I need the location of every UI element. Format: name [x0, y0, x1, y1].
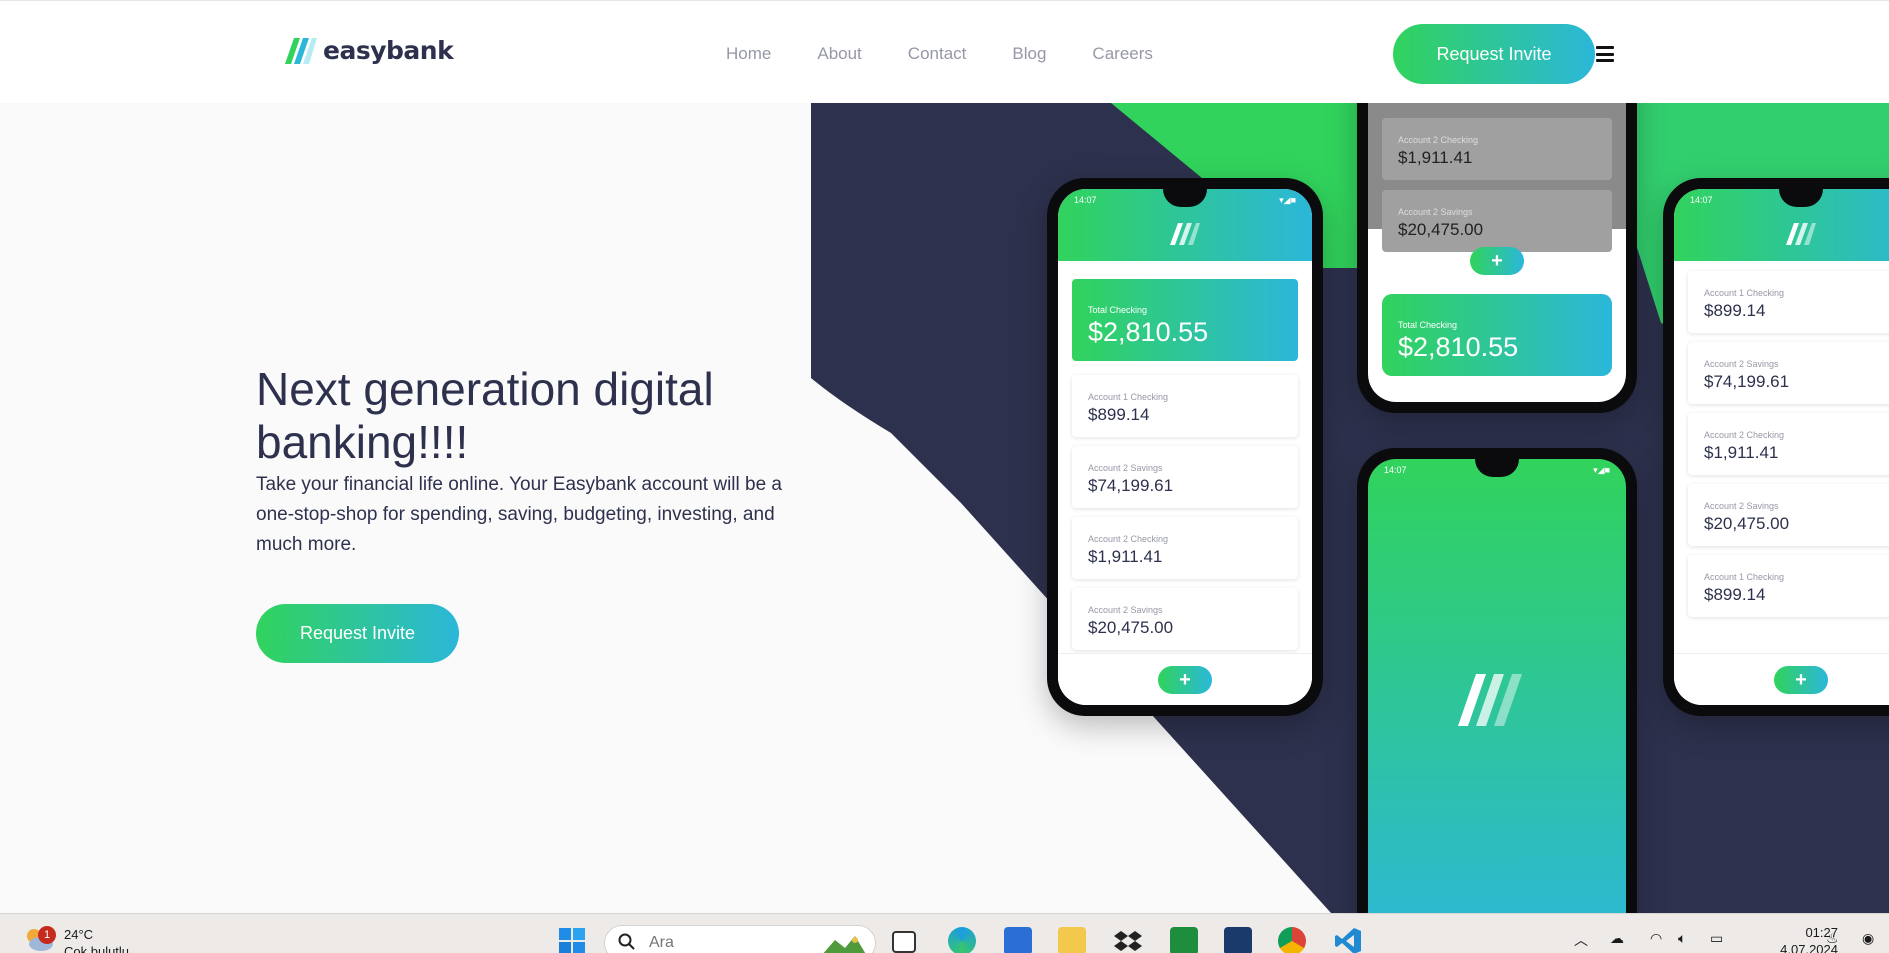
app-logo-icon: [1170, 223, 1200, 245]
weather-description: Çok bulutlu: [64, 944, 130, 953]
add-button: +: [1774, 666, 1828, 694]
account-card: Account 2 Savings $20,475.00: [1688, 484, 1889, 546]
main-nav: Home About Contact Blog Careers: [726, 44, 1153, 64]
classroom-icon[interactable]: [1170, 927, 1198, 953]
account-card: Account 1 Checking $899.14: [1688, 555, 1889, 617]
notification-badge: 1: [38, 926, 56, 944]
copilot-icon[interactable]: ◉: [1862, 930, 1874, 947]
search-highlight-icon: [823, 936, 866, 953]
weather-temperature: 24°C: [64, 927, 94, 942]
header-request-invite-button[interactable]: Request Invite: [1393, 24, 1595, 84]
app-logo-icon: [1458, 674, 1522, 726]
store-icon[interactable]: [1004, 927, 1032, 953]
account-card: Account 1 Checking $899.14: [1688, 271, 1889, 333]
vscode-icon[interactable]: [1334, 927, 1362, 953]
account-card: Account 2 Checking $1,911.41: [1382, 118, 1612, 180]
taskbar-clock[interactable]: 01:27 4.07.2024: [1738, 924, 1838, 953]
account-card: Account 2 Savings $20,475.00: [1382, 190, 1612, 252]
nav-about[interactable]: About: [817, 44, 861, 64]
app-icon[interactable]: [1224, 927, 1252, 953]
edge-browser-icon[interactable]: [948, 927, 976, 953]
windows-start-icon[interactable]: [558, 927, 586, 953]
file-explorer-icon[interactable]: [1058, 927, 1086, 953]
battery-icon[interactable]: ▭: [1710, 930, 1723, 947]
chrome-icon[interactable]: [1278, 927, 1306, 953]
total-checking-card: Total Checking $2,810.55: [1382, 294, 1612, 376]
notifications-icon[interactable]: ♨: [1826, 930, 1839, 947]
hero-description: Take your financial life online. Your Ea…: [256, 474, 782, 555]
chevron-up-icon[interactable]: ︿: [1574, 930, 1588, 950]
clock-time: 01:27: [1805, 925, 1838, 940]
page: easybank Home About Contact Blog Careers…: [0, 0, 1889, 953]
taskbar-search[interactable]: [604, 925, 876, 953]
hamburger-menu-icon[interactable]: [1596, 46, 1614, 62]
nav-home[interactable]: Home: [726, 44, 771, 64]
phone-mockup-left: 14:07 ▾◢■ Total Checking $2,810.55 Accou…: [1047, 178, 1323, 716]
account-card: Account 2 Savings $20,475.00: [1072, 588, 1298, 650]
account-card: Account 2 Savings $74,199.61: [1072, 446, 1298, 508]
dropbox-icon[interactable]: [1114, 927, 1142, 953]
weather-widget[interactable]: 1 24°C Çok bulutlu: [24, 918, 144, 953]
account-card: Account 1 Checking $899.14: [1072, 375, 1298, 437]
phone-mockup-splash: 14:07 ▾◢■: [1357, 448, 1637, 913]
account-card: Account 2 Checking $1,911.41: [1072, 517, 1298, 579]
hero-request-invite-button[interactable]: Request Invite: [256, 604, 459, 663]
search-input[interactable]: [649, 932, 809, 953]
wifi-icon[interactable]: ◠: [1650, 930, 1662, 947]
add-button: +: [1470, 247, 1524, 275]
nav-contact[interactable]: Contact: [908, 44, 967, 64]
search-icon: [618, 933, 635, 950]
hero-title: Next generation digital banking!!!!: [256, 363, 714, 468]
nav-careers[interactable]: Careers: [1092, 44, 1152, 64]
account-card: Account 2 Checking $1,911.41: [1688, 413, 1889, 475]
easybank-logo[interactable]: easybank: [285, 36, 454, 65]
site-header: easybank Home About Contact Blog Careers…: [0, 0, 1889, 103]
volume-icon[interactable]: 🔈︎: [1678, 930, 1686, 947]
add-button: +: [1158, 666, 1212, 694]
logo-mark-icon: [285, 37, 317, 64]
phone-mockup-right: 14:07 Account 1 Checking $899.14 Account…: [1663, 178, 1889, 716]
account-card: Account 2 Savings $74,199.61: [1688, 342, 1889, 404]
total-checking-card: Total Checking $2,810.55: [1072, 279, 1298, 361]
logo-text: easybank: [323, 36, 454, 65]
hero-illustration: Account 2 Checking $1,911.41 Account 2 S…: [811, 103, 1889, 913]
task-view-icon[interactable]: [892, 931, 916, 953]
app-logo-icon: [1786, 223, 1816, 245]
nav-blog[interactable]: Blog: [1012, 44, 1046, 64]
clock-date: 4.07.2024: [1780, 942, 1838, 953]
onedrive-cloud-icon[interactable]: ☁: [1610, 930, 1624, 947]
phone-mockup-top: Account 2 Checking $1,911.41 Account 2 S…: [1357, 103, 1637, 413]
windows-taskbar: 1 24°C Çok bulutlu Ara ︿ ☁ ◠ 🔈︎ ▭ 01:27 …: [0, 913, 1889, 953]
